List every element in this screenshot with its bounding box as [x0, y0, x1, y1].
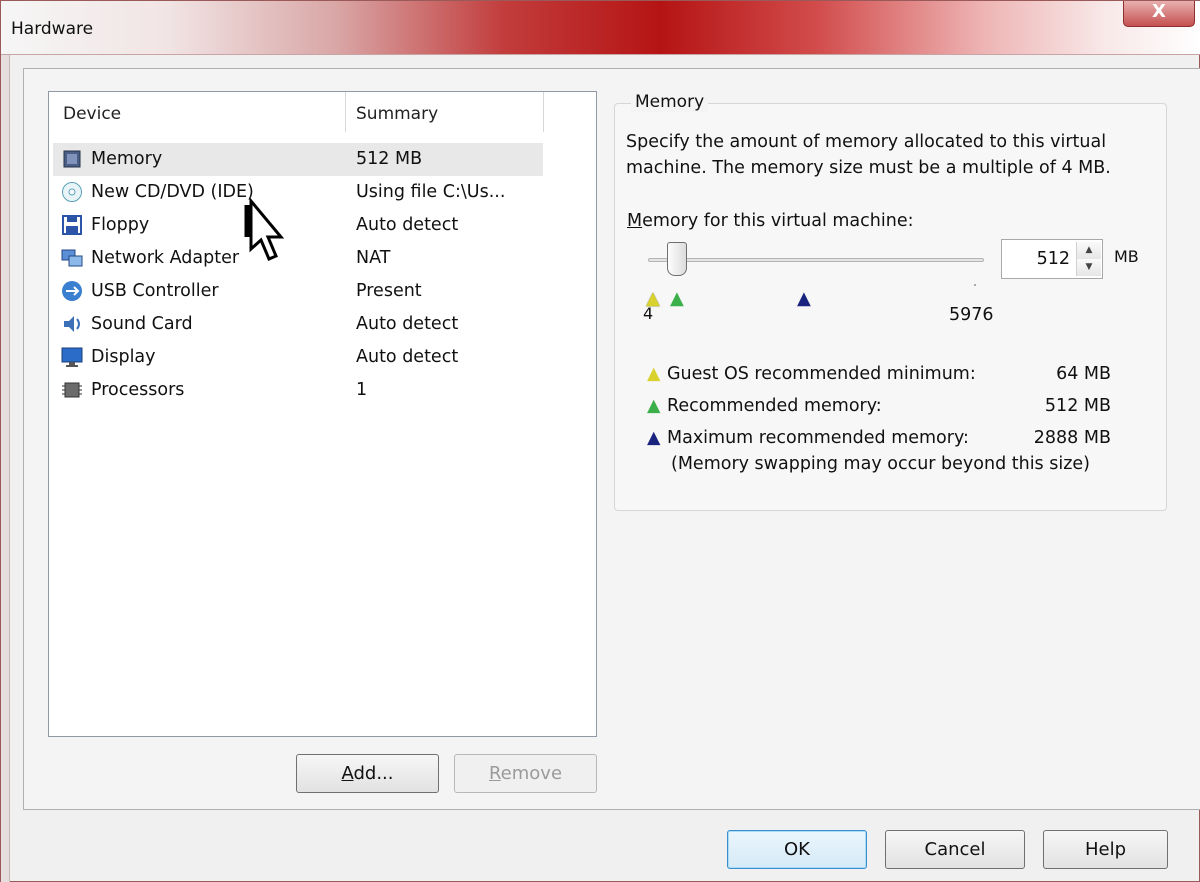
memory-icon — [63, 150, 81, 168]
cd-dvd-icon — [62, 182, 82, 202]
floppy-icon — [62, 215, 82, 235]
usb-icon — [62, 281, 82, 301]
memory-swapping-note: (Memory swapping may occur beyond this s… — [671, 454, 1091, 474]
memory-field-label: Memory for this virtual machine: — [627, 211, 913, 231]
close-button[interactable]: X — [1123, 1, 1195, 27]
device-name: Sound Card — [91, 314, 193, 334]
column-header-device[interactable]: Device — [63, 104, 121, 124]
sound-card-icon — [64, 316, 80, 332]
device-list-header: Device Summary — [49, 92, 596, 132]
memory-description: Specify the amount of memory allocated t… — [626, 132, 1111, 178]
device-list[interactable]: Device Summary Memory 512 MB New CD/DVD … — [48, 91, 597, 737]
device-row-display[interactable]: Display Auto detect — [53, 341, 543, 374]
device-row-sound-card[interactable]: Sound Card Auto detect — [53, 308, 543, 341]
network-adapter-icon — [61, 249, 83, 267]
yellow-triangle-icon: ▲ — [647, 364, 661, 384]
device-summary: Auto detect — [356, 314, 459, 334]
device-name: New CD/DVD (IDE) — [91, 182, 254, 202]
blue-triangle-icon: ▲ — [647, 428, 661, 448]
column-divider[interactable] — [345, 92, 346, 132]
add-label: dd... — [353, 763, 394, 784]
remove-button[interactable]: Remove — [454, 754, 597, 793]
legend-maximum-recommended: ▲ Maximum recommended memory: — [647, 428, 969, 448]
device-summary: 1 — [356, 380, 368, 400]
add-button[interactable]: Add... — [296, 754, 439, 793]
memory-group-title: Memory — [631, 92, 709, 112]
window-title: Hardware — [11, 19, 94, 39]
green-triangle-icon: ▲ — [647, 396, 661, 416]
ok-button[interactable]: OK — [727, 830, 867, 869]
remove-label: emove — [500, 763, 563, 784]
scale-min-label: 4 — [643, 304, 654, 323]
device-name: Processors — [91, 380, 185, 400]
memory-slider-track[interactable] — [648, 258, 984, 262]
spin-buttons[interactable]: ▲ ▼ — [1076, 242, 1101, 276]
legend-value: 64 MB — [1056, 364, 1111, 384]
column-divider[interactable] — [543, 92, 544, 132]
help-button[interactable]: Help — [1043, 830, 1168, 869]
device-name: Memory — [91, 149, 163, 169]
legend-label: Recommended memory: — [667, 396, 882, 416]
device-summary: Present — [356, 281, 422, 301]
legend-value: 2888 MB — [1033, 428, 1111, 448]
device-row-memory[interactable]: Memory 512 MB — [53, 143, 543, 176]
column-header-summary[interactable]: Summary — [356, 104, 438, 124]
memory-label-text: emory for this virtual machine: — [642, 211, 914, 231]
hardware-dialog: Hardware X Device Summary Memory 512 MB … — [0, 0, 1200, 882]
device-row-network-adapter[interactable]: Network Adapter NAT — [53, 242, 543, 275]
dialog-client-area: Device Summary Memory 512 MB New CD/DVD … — [11, 56, 1200, 881]
legend-recommended-memory: ▲ Recommended memory: — [647, 396, 882, 416]
device-summary: Auto detect — [356, 347, 459, 367]
max-recommended-marker-icon: ▲ — [797, 288, 811, 309]
device-summary: 512 MB — [356, 149, 423, 169]
memory-value[interactable]: 512 — [1037, 249, 1070, 269]
legend-label: Maximum recommended memory: — [667, 428, 969, 448]
spin-up-icon[interactable]: ▲ — [1077, 242, 1101, 259]
add-mnemonic: A — [341, 763, 354, 784]
display-icon — [61, 347, 83, 367]
legend-label: Guest OS recommended minimum: — [667, 364, 976, 384]
memory-slider-thumb[interactable] — [666, 242, 687, 276]
device-row-usb-controller[interactable]: USB Controller Present — [53, 275, 543, 308]
title-bar[interactable]: Hardware X — [1, 1, 1200, 55]
memory-label-mnemonic: M — [627, 211, 643, 231]
slider-tick — [974, 284, 976, 286]
device-summary: Using file C:\Us... — [356, 182, 506, 202]
memory-unit: MB — [1114, 247, 1139, 266]
legend-guest-os-minimum: ▲ Guest OS recommended minimum: — [647, 364, 976, 384]
remove-mnemonic: R — [488, 763, 501, 784]
device-row-processors[interactable]: Processors 1 — [53, 374, 543, 407]
recommended-marker-icon: ▲ — [670, 288, 684, 309]
memory-spinbox[interactable]: 512 ▲ ▼ — [1001, 239, 1103, 279]
mouse-pointer-icon — [244, 197, 285, 261]
spin-down-icon[interactable]: ▼ — [1077, 259, 1101, 276]
legend-value: 512 MB — [1044, 396, 1111, 416]
cancel-button[interactable]: Cancel — [885, 830, 1025, 869]
device-name: Floppy — [91, 215, 150, 235]
device-summary: Auto detect — [356, 215, 459, 235]
device-row-cd-dvd[interactable]: New CD/DVD (IDE) Using file C:\Us... — [53, 176, 543, 209]
window-border — [1, 55, 10, 882]
processor-icon — [62, 382, 82, 398]
device-row-floppy[interactable]: Floppy Auto detect — [53, 209, 543, 242]
device-summary: NAT — [356, 248, 391, 268]
device-name: Display — [91, 347, 156, 367]
device-name: Network Adapter — [91, 248, 240, 268]
device-name: USB Controller — [91, 281, 219, 301]
close-icon: X — [1152, 1, 1166, 22]
scale-max-label: 5976 — [949, 305, 994, 325]
